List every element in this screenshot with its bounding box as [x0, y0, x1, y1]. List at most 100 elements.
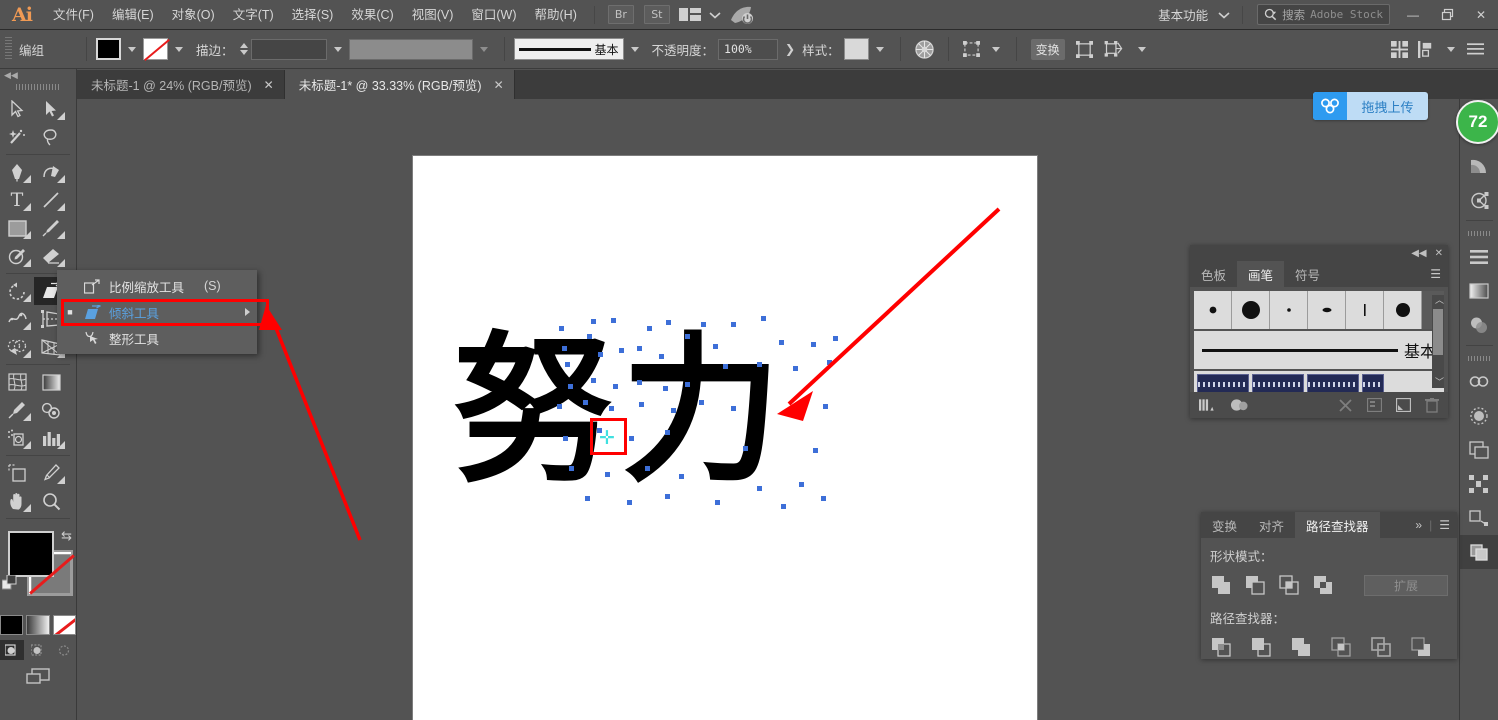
bridge-button[interactable]: Br: [607, 5, 634, 24]
document-tab-2[interactable]: 未标题-1* @ 33.33% (RGB/预览) ✕: [284, 70, 515, 99]
pathfinder-panel-icon[interactable]: [1459, 535, 1498, 569]
brushes-scroll-down-icon[interactable]: ﹀: [1435, 375, 1444, 388]
toolbar-collapse-icon[interactable]: ◀◀: [0, 69, 76, 81]
menu-window[interactable]: 窗口(W): [462, 0, 525, 30]
selection-tool[interactable]: [0, 95, 34, 123]
stock-button[interactable]: St: [643, 5, 670, 24]
lasso-tool[interactable]: [34, 123, 68, 151]
pen-tool[interactable]: [0, 158, 34, 186]
tab-symbols[interactable]: 符号: [1284, 261, 1331, 287]
document-tab-1[interactable]: 未标题-1 @ 24% (RGB/预览) ✕: [77, 70, 285, 99]
brush-preset-3[interactable]: [1270, 291, 1308, 329]
profile-chevron-down-icon[interactable]: [479, 46, 488, 52]
variable-width-profile-field[interactable]: [348, 38, 473, 60]
menu-help[interactable]: 帮助(H): [526, 0, 586, 30]
tab-pathfinder[interactable]: 路径查找器: [1295, 512, 1380, 538]
artboard-tool[interactable]: [0, 459, 34, 487]
intersect-icon[interactable]: [1278, 574, 1300, 596]
brush-libraries-icon[interactable]: [1199, 398, 1216, 412]
brush-options-icon[interactable]: [1367, 398, 1382, 412]
brush-preset-5[interactable]: [1346, 291, 1384, 329]
type-tool[interactable]: T: [0, 186, 34, 214]
expand-button[interactable]: 扩展: [1364, 574, 1448, 596]
stroke-chevron-down-icon[interactable]: [175, 46, 183, 52]
minus-back-icon[interactable]: [1410, 636, 1432, 658]
mesh-tool[interactable]: [0, 368, 34, 396]
stock-search-field[interactable]: 搜索 Adobe Stock: [1257, 4, 1390, 25]
artboards-icon[interactable]: [1460, 433, 1498, 467]
menu-type[interactable]: 文字(T): [224, 0, 283, 30]
magic-wand-tool[interactable]: [0, 123, 34, 151]
brush-preset-1[interactable]: [1194, 291, 1232, 329]
slice-tool[interactable]: [34, 459, 68, 487]
direct-selection-tool[interactable]: [34, 95, 68, 123]
arrange-objects-icon[interactable]: [1099, 30, 1131, 69]
tab-align[interactable]: 对齐: [1248, 512, 1295, 538]
menu-object[interactable]: 对象(O): [163, 0, 224, 30]
path-edit-icon[interactable]: [1460, 183, 1498, 217]
remove-brush-stroke-icon[interactable]: [1338, 398, 1353, 413]
eraser-tool[interactable]: [34, 242, 68, 270]
fill-chevron-down-icon[interactable]: [128, 46, 136, 52]
right-dock-grip-2[interactable]: [1468, 228, 1490, 238]
menu-effect[interactable]: 效果(C): [342, 0, 402, 30]
tab-swatches[interactable]: 色板: [1190, 261, 1237, 287]
eyedropper-tool[interactable]: [0, 396, 34, 424]
select-similar-icon[interactable]: [958, 30, 985, 69]
recolor-artwork-icon[interactable]: [910, 30, 939, 69]
brush-definition-select[interactable]: 基本: [513, 38, 624, 60]
brushes-close-icon[interactable]: ✕: [1435, 248, 1443, 259]
brushes-scroll-thumb[interactable]: [1433, 309, 1443, 355]
minimize-button[interactable]: —: [1396, 0, 1430, 30]
style-chevron-down-icon[interactable]: [875, 46, 884, 52]
color-mode-solid[interactable]: [0, 615, 24, 635]
transform-panel-button[interactable]: 变换: [1026, 30, 1070, 69]
zoom-tool[interactable]: [34, 487, 68, 515]
brush-preset-6[interactable]: [1384, 291, 1422, 329]
isolate-selected-icon[interactable]: [1070, 30, 1099, 69]
stroke-weight-stepper[interactable]: [239, 43, 248, 55]
document-tab-2-close-icon[interactable]: ✕: [494, 78, 504, 92]
brushes-list[interactable]: 基本: [1190, 287, 1448, 397]
right-dock-grip-3[interactable]: [1468, 353, 1490, 363]
unite-icon[interactable]: [1210, 574, 1232, 596]
pattern-brush-1[interactable]: [1197, 374, 1249, 394]
curvature-tool[interactable]: [34, 158, 68, 186]
color-mode-gradient[interactable]: [26, 615, 50, 635]
menu-edit[interactable]: 编辑(E): [103, 0, 163, 30]
artboard[interactable]: 努力 ✛: [413, 156, 1037, 720]
pattern-brush-2[interactable]: [1252, 374, 1304, 394]
merge-icon[interactable]: [1290, 636, 1312, 658]
flyout-item-scale-tool[interactable]: 比例缩放工具 (S): [57, 273, 257, 299]
swap-fill-stroke-icon[interactable]: ⇆: [61, 528, 72, 544]
library-menu-icon[interactable]: [1230, 398, 1248, 412]
line-segment-tool[interactable]: [34, 186, 68, 214]
stroke-weight-field[interactable]: [250, 38, 327, 60]
toolbar-grip[interactable]: [16, 81, 60, 93]
shape-builder-tool[interactable]: [0, 333, 34, 361]
draw-inside-icon[interactable]: [52, 640, 76, 660]
transform-panel-icon[interactable]: [1460, 501, 1498, 535]
default-fill-stroke-icon[interactable]: [2, 575, 20, 593]
trim-icon[interactable]: [1250, 636, 1272, 658]
stroke-color-swatch[interactable]: [143, 38, 168, 60]
restore-button[interactable]: [1430, 0, 1464, 30]
exclude-icon[interactable]: [1312, 574, 1334, 596]
brush-preset-2[interactable]: [1232, 291, 1270, 329]
menu-view[interactable]: 视图(V): [403, 0, 463, 30]
close-button[interactable]: ✕: [1464, 0, 1498, 30]
brush-preset-4[interactable]: [1308, 291, 1346, 329]
gradient-icon[interactable]: [1460, 274, 1498, 308]
arrange-chevron-icon[interactable]: [1137, 46, 1146, 52]
align-panel-icon[interactable]: [1460, 467, 1498, 501]
arrange-chevron-down-icon[interactable]: [705, 0, 725, 30]
screen-mode-icon[interactable]: [0, 668, 76, 686]
layers-icon[interactable]: [1460, 240, 1498, 274]
flyout-item-reshape-tool[interactable]: 整形工具: [57, 325, 257, 351]
rotate-tool[interactable]: [0, 277, 34, 305]
new-brush-icon[interactable]: [1396, 398, 1411, 412]
color-mode-none[interactable]: [52, 615, 76, 635]
opacity-input[interactable]: 100%: [718, 38, 779, 60]
align-grid-icon[interactable]: [1386, 30, 1413, 69]
pathfinder-overflow-icon[interactable]: »: [1415, 518, 1422, 532]
